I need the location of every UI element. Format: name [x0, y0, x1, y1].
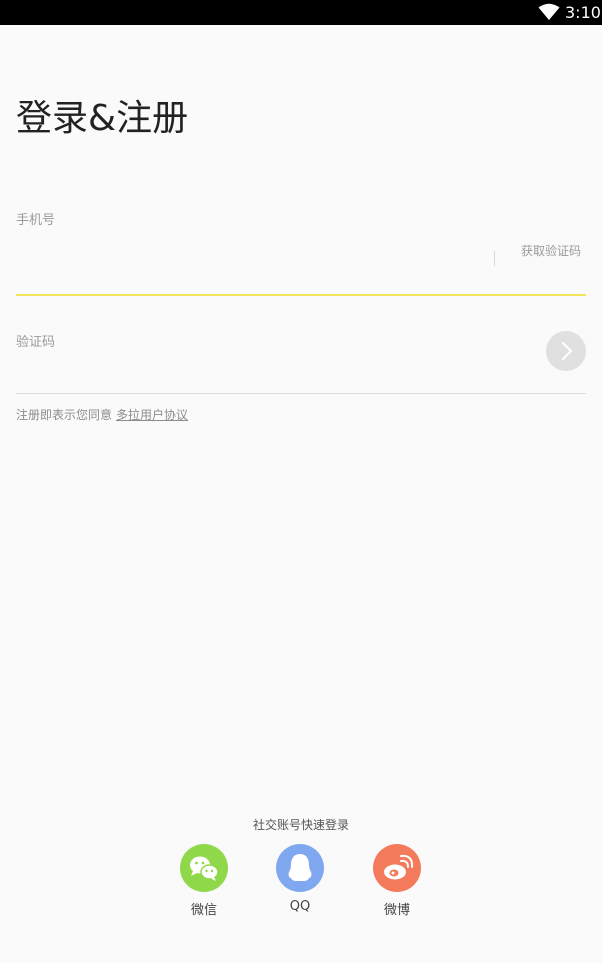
qq-label: QQ: [289, 899, 311, 914]
status-bar: 3:10: [0, 0, 602, 25]
divider-vertical: [494, 251, 495, 266]
weibo-label: 微博: [383, 903, 410, 918]
wifi-icon: [538, 3, 560, 20]
page-title: 登录&注册: [16, 98, 189, 139]
qq-icon: [288, 854, 312, 881]
get-code-button[interactable]: 获取验证码: [520, 244, 582, 258]
weibo-icon: [384, 854, 414, 880]
social-login-title: 社交账号快速登录: [252, 818, 349, 832]
wechat-login-button[interactable]: 微信: [164, 844, 244, 918]
code-input[interactable]: [16, 350, 516, 386]
weibo-circle: [373, 844, 421, 892]
code-underline: [16, 393, 586, 394]
wechat-label: 微信: [190, 903, 217, 918]
qq-login-button[interactable]: QQ: [260, 844, 340, 914]
agreement-link[interactable]: 多拉用户协议: [116, 408, 188, 422]
next-button[interactable]: [546, 331, 586, 371]
phone-input[interactable]: [16, 238, 476, 278]
agreement-prefix: 注册即表示您同意: [16, 408, 113, 422]
phone-underline: [16, 294, 586, 296]
wechat-icon: [190, 856, 219, 881]
chevron-right-icon: [562, 342, 572, 360]
status-time: 3:10: [565, 3, 601, 22]
code-label: 验证码: [16, 335, 56, 350]
wechat-circle: [180, 844, 228, 892]
qq-circle: [276, 844, 324, 892]
weibo-login-button[interactable]: 微博: [357, 844, 437, 918]
agreement-text: 注册即表示您同意 多拉用户协议: [16, 406, 188, 423]
phone-label: 手机号: [16, 213, 56, 228]
